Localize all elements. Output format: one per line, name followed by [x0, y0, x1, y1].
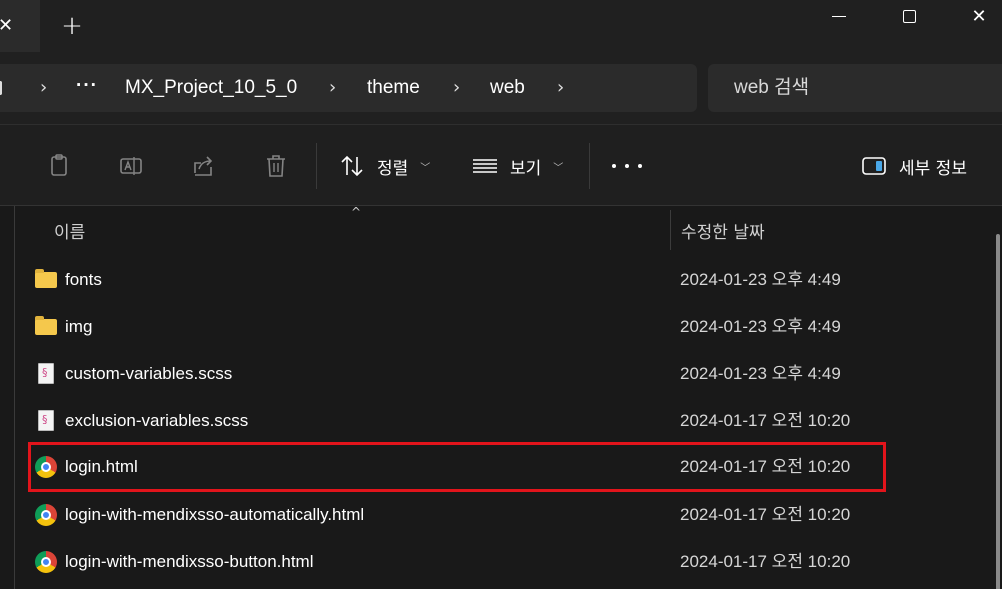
chrome-shape	[35, 504, 57, 526]
share-icon[interactable]	[191, 153, 217, 179]
breadcrumb-item-theme[interactable]: theme	[367, 64, 420, 112]
list-item[interactable]: custom-variables.scss 2024-01-23 오후 4:49	[28, 352, 888, 396]
file-date: 2024-01-23 오후 4:49	[680, 270, 841, 289]
breadcrumb[interactable]: › ··· MX_Project_10_5_0 › theme › web ›	[0, 64, 697, 112]
file-date: 2024-01-17 오전 10:20	[680, 457, 851, 476]
command-separator	[589, 143, 590, 189]
breadcrumb-item-web[interactable]: web	[490, 64, 525, 112]
minimize-icon	[832, 15, 846, 17]
file-name: login.html	[65, 457, 138, 476]
chrome-html-icon	[35, 456, 57, 478]
scss-file-icon	[35, 363, 57, 385]
tab-close-icon[interactable]: ✕	[0, 14, 13, 38]
file-date: 2024-01-23 오후 4:49	[680, 364, 841, 383]
scss-shape	[38, 363, 54, 384]
breadcrumb-chevron-icon[interactable]: ›	[329, 64, 336, 112]
more-icon-dot	[638, 164, 642, 168]
list-item[interactable]: login-with-mendixsso-button.html 2024-01…	[28, 540, 888, 584]
view-button[interactable]: 보기 ﹀	[472, 149, 563, 183]
chrome-html-icon	[35, 551, 57, 573]
rename-icon[interactable]	[119, 153, 145, 179]
folder-icon	[35, 316, 57, 338]
column-header-date[interactable]: 수정한 날짜	[681, 218, 765, 243]
title-bar: ✕ + ✕	[0, 0, 1002, 52]
column-header-name[interactable]: 이름	[54, 218, 85, 243]
more-options-button[interactable]	[612, 149, 642, 183]
chrome-shape	[35, 456, 57, 478]
sort-indicator-icon: ^	[351, 205, 362, 219]
file-date: 2024-01-17 오전 10:20	[680, 505, 851, 524]
file-name: login-with-mendixsso-button.html	[65, 552, 314, 571]
details-pane-button[interactable]: 세부 정보	[861, 149, 967, 183]
file-name: login-with-mendixsso-automatically.html	[65, 505, 365, 524]
minimize-button[interactable]	[816, 0, 862, 32]
address-row: › ··· MX_Project_10_5_0 › theme › web › …	[0, 52, 1002, 124]
sort-button[interactable]: 정렬 ﹀	[339, 149, 430, 183]
chevron-down-icon: ﹀	[553, 162, 564, 174]
copy-icon[interactable]	[47, 153, 73, 179]
sort-icon	[341, 155, 363, 177]
maximize-icon	[902, 9, 916, 23]
breadcrumb-chevron-icon[interactable]: ›	[453, 64, 460, 112]
file-name: custom-variables.scss	[65, 364, 233, 383]
breadcrumb-overflow[interactable]: ···	[76, 62, 98, 110]
list-item[interactable]: exclusion-variables.scss 2024-01-17 오전 1…	[28, 399, 888, 443]
new-tab-button[interactable]: +	[60, 13, 84, 39]
view-icon	[473, 159, 497, 173]
file-name: fonts	[65, 270, 102, 289]
file-date: 2024-01-17 오전 10:20	[680, 411, 851, 430]
more-icon	[612, 164, 616, 168]
breadcrumb-chevron-icon[interactable]: ›	[40, 64, 47, 112]
list-item-highlighted[interactable]: login.html 2024-01-17 오전 10:20	[28, 442, 886, 492]
breadcrumb-item-project[interactable]: MX_Project_10_5_0	[125, 64, 297, 112]
chrome-shape	[35, 551, 57, 573]
chevron-down-icon: ﹀	[420, 162, 431, 174]
delete-icon[interactable]	[263, 153, 289, 179]
pane-divider[interactable]	[14, 206, 15, 589]
view-label: 보기	[510, 158, 542, 179]
file-date: 2024-01-23 오후 4:49	[680, 317, 841, 336]
chrome-html-icon	[35, 504, 57, 526]
folder-shape	[35, 316, 57, 335]
list-item[interactable]: img 2024-01-23 오후 4:49	[28, 305, 888, 349]
search-placeholder: web 검색	[734, 77, 810, 98]
scss-shape	[38, 410, 54, 431]
file-list: ^ 이름 수정한 날짜 fonts 2024-01-23 오후 4:49 img…	[0, 206, 1002, 589]
details-label: 세부 정보	[899, 158, 967, 179]
sort-label: 정렬	[377, 158, 409, 179]
more-icon-dot	[625, 164, 629, 168]
file-date: 2024-01-17 오전 10:20	[680, 552, 851, 571]
folder-shape	[35, 269, 57, 288]
maximize-button[interactable]	[886, 0, 932, 32]
vertical-scrollbar[interactable]	[996, 234, 1000, 589]
breadcrumb-chevron-icon[interactable]: ›	[557, 64, 564, 112]
list-item[interactable]: fonts 2024-01-23 오후 4:49	[28, 258, 888, 302]
search-input[interactable]: web 검색	[708, 64, 1002, 112]
list-item[interactable]: login-with-mendixsso-automatically.html …	[28, 493, 888, 537]
command-bar: 정렬 ﹀ 보기 ﹀ 세부 정보	[0, 124, 1002, 206]
column-divider[interactable]	[670, 210, 671, 250]
file-name: img	[65, 317, 93, 336]
details-pane-icon	[862, 157, 886, 175]
close-window-button[interactable]: ✕	[956, 0, 1002, 32]
active-tab[interactable]: ✕	[0, 0, 40, 52]
command-separator	[316, 143, 317, 189]
this-pc-icon[interactable]	[0, 81, 2, 95]
file-name: exclusion-variables.scss	[65, 411, 249, 430]
folder-icon	[35, 269, 57, 291]
close-icon: ✕	[971, 5, 987, 27]
scss-file-icon	[35, 410, 57, 432]
